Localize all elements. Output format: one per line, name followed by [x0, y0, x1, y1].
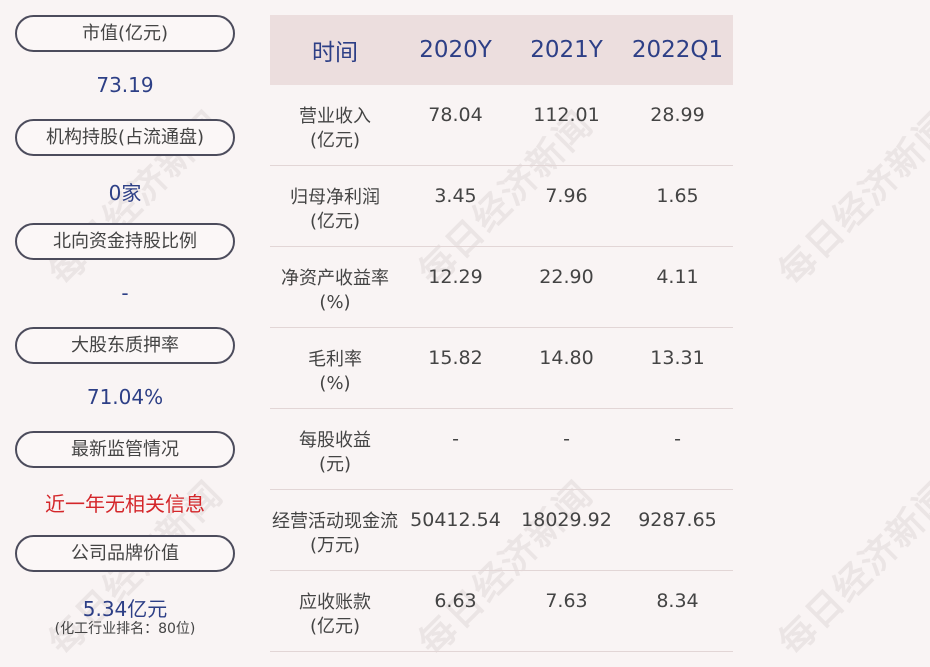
header-cell: 2022Q1 [631, 37, 724, 63]
table-cell: 112.01 [533, 104, 600, 126]
row-label: 营业收入 (亿元) [299, 106, 371, 151]
table-cell: 28.99 [650, 104, 705, 126]
metric-label: 大股东质押率 [15, 327, 235, 364]
table-cell: 4.11 [656, 266, 699, 288]
table-row: 经营活动现金流 (万元) 50412.54 18029.92 9287.65 [270, 490, 733, 571]
metric-note: (化工行业排名：80位) [54, 621, 196, 637]
metric-label: 机构持股(占流通盘) [15, 119, 235, 156]
table-cell: 78.04 [428, 104, 483, 126]
regulatory-status: 近一年无相关信息 [45, 492, 205, 516]
table-cell: - [563, 428, 570, 450]
table-cell: 18029.92 [521, 509, 612, 531]
row-label: 毛利率 (%) [308, 349, 362, 394]
metric-label: 北向资金持股比例 [15, 223, 235, 260]
table-cell: 8.34 [656, 590, 699, 612]
table-cell: 12.29 [428, 266, 483, 288]
metric-value: - [121, 281, 129, 305]
row-label: 净资产收益率 (%) [281, 268, 389, 313]
table-cell: 15.82 [428, 347, 483, 369]
watermark: 每日经济新闻 [771, 103, 930, 294]
table-row: 毛利率 (%) 15.82 14.80 13.31 [270, 328, 733, 409]
metric-value: 71.04% [86, 385, 164, 409]
watermark: 每日经济新闻 [771, 473, 930, 664]
table-cell: 7.96 [545, 185, 588, 207]
metric-value: 73.19 [96, 73, 154, 97]
table-row: 每股收益 (元) - - - [270, 409, 733, 490]
table-row: 应收账款 (亿元) 6.63 7.63 8.34 [270, 571, 733, 652]
metric-label: 最新监管情况 [15, 431, 235, 468]
table-cell: 3.45 [434, 185, 477, 207]
row-label: 归母净利润 (亿元) [290, 187, 380, 232]
table-cell: 13.31 [650, 347, 705, 369]
table-cell: 1.65 [656, 185, 699, 207]
table-row: 营业收入 (亿元) 78.04 112.01 28.99 [270, 85, 733, 166]
table-cell: 50412.54 [410, 509, 501, 531]
header-cell: 2020Y [419, 37, 492, 63]
table-cell: - [452, 428, 459, 450]
header-cell: 2021Y [530, 37, 603, 63]
row-label: 每股收益 (元) [299, 430, 371, 475]
row-label: 经营活动现金流 (万元) [272, 511, 398, 556]
table-cell: 6.63 [434, 590, 477, 612]
metric-label: 市值(亿元) [15, 15, 235, 52]
financial-table: 时间 2020Y 2021Y 2022Q1 营业收入 (亿元) 78.04 112… [270, 15, 733, 652]
table-cell: 22.90 [539, 266, 594, 288]
table-row: 净资产收益率 (%) 12.29 22.90 4.11 [270, 247, 733, 328]
row-label: 应收账款 (亿元) [299, 592, 371, 637]
table-row: 归母净利润 (亿元) 3.45 7.96 1.65 [270, 166, 733, 247]
metric-value: 0家 [108, 181, 142, 205]
header-cell: 时间 [312, 40, 358, 66]
table-header: 时间 2020Y 2021Y 2022Q1 [270, 15, 733, 85]
table-cell: 9287.65 [638, 509, 717, 531]
table-cell: 14.80 [539, 347, 594, 369]
metric-label: 公司品牌价值 [15, 535, 235, 572]
table-cell: 7.63 [545, 590, 588, 612]
table-cell: - [674, 428, 681, 450]
